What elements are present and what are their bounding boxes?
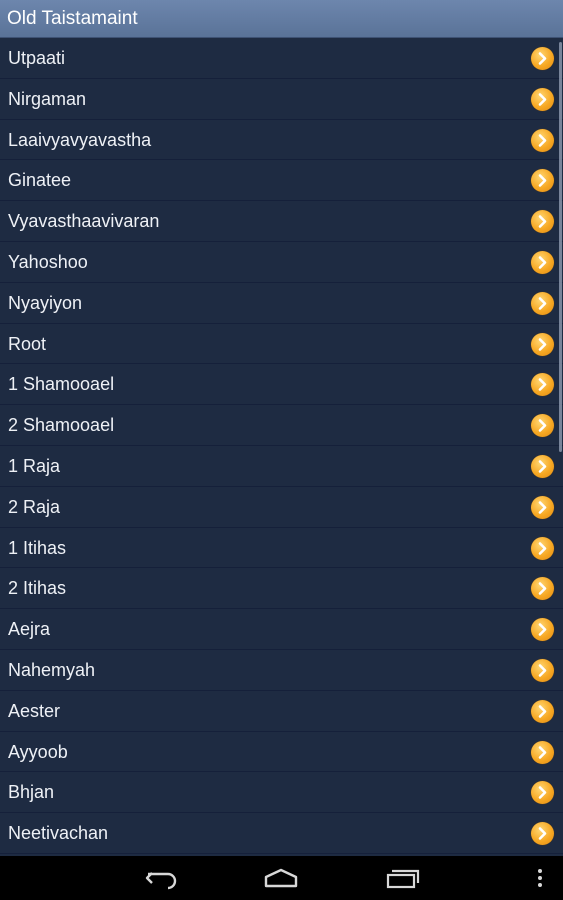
chevron-right-circle-icon[interactable] [531,128,554,152]
book-list-item[interactable]: Aester [0,691,563,732]
book-name: Laaivyavyavastha [8,129,152,150]
book-list-item[interactable]: Yahoshoo [0,242,563,283]
book-name: Bhjan [8,782,55,803]
book-list-item[interactable]: Vyavasthaavivaran [0,201,563,242]
chevron-right-circle-icon[interactable] [531,250,554,274]
book-name: Nirgaman [8,88,87,109]
book-name: Vyavasthaavivaran [8,211,160,232]
book-name: Nahemyah [8,659,96,680]
chevron-right-circle-icon[interactable] [531,699,554,723]
book-list-item[interactable]: 2 Shamooael [0,405,563,446]
book-name: Aester [8,700,61,721]
scrollbar[interactable] [559,42,562,452]
book-name: 1 Itihas [8,537,67,558]
chevron-right-circle-icon[interactable] [531,373,554,397]
chevron-right-circle-icon[interactable] [531,291,554,315]
book-name: Ayyoob [8,741,68,762]
book-name: 2 Raja [8,496,61,517]
chevron-right-circle-icon[interactable] [531,658,554,682]
book-list-item[interactable]: Ayyoob [0,732,563,773]
book-name: 2 Itihas [8,578,67,599]
book-list-item[interactable]: Laaivyavyavastha [0,120,563,161]
chevron-right-circle-icon[interactable] [531,47,554,70]
chevron-right-circle-icon[interactable] [531,618,554,642]
back-button[interactable] [130,856,194,900]
book-name: 2 Shamooael [8,415,115,436]
overflow-menu-button[interactable] [516,856,556,900]
book-list-item[interactable]: Nirgaman [0,79,563,120]
chevron-right-circle-icon[interactable] [531,414,554,438]
book-list-item[interactable]: Ginatee [0,160,563,202]
book-list-item[interactable]: Aejra [0,609,563,650]
chevron-right-circle-icon[interactable] [531,781,554,805]
chevron-right-circle-icon[interactable] [531,454,554,478]
book-list-item[interactable]: Root [0,324,563,365]
book-name: Nyayiyon [8,292,83,313]
chevron-right-circle-icon[interactable] [531,577,554,601]
chevron-right-circle-icon[interactable] [531,87,554,111]
chevron-right-circle-icon[interactable] [531,495,554,519]
book-list-item[interactable]: 1 Raja [0,446,563,487]
back-icon [145,872,177,890]
book-name: Neetivachan [8,823,109,844]
chevron-right-circle-icon[interactable] [531,169,554,193]
book-name: Ginatee [8,170,72,191]
book-name: Aejra [8,619,51,640]
book-list-item[interactable]: 2 Raja [0,487,563,528]
book-list-item[interactable]: Nahemyah [0,650,563,691]
book-name: 1 Shamooael [8,374,115,395]
book-list-item[interactable]: Bhjan [0,772,563,814]
overflow-menu-icon [538,869,542,887]
home-button[interactable] [249,856,313,900]
chevron-right-circle-icon[interactable] [531,536,554,560]
book-list-item[interactable]: Neetivachan [0,813,563,854]
recent-apps-button[interactable] [371,856,435,900]
book-name: Yahoshoo [8,251,88,272]
book-list-item[interactable]: Nyayiyon [0,283,563,324]
book-list-item[interactable]: 2 Itihas [0,568,563,610]
chevron-right-circle-icon[interactable] [531,332,554,356]
book-name: Root [8,333,47,354]
book-list-item[interactable]: Utpaati [0,38,563,79]
app-header: Old Taistamaint [0,0,563,38]
system-nav-bar [0,856,563,900]
chevron-right-circle-icon[interactable] [531,822,554,846]
book-list-item[interactable]: 1 Shamooael [0,364,563,406]
chevron-right-circle-icon[interactable] [531,210,554,234]
page-title: Old Taistamaint [7,8,138,29]
book-list[interactable]: Utpaati Nirgaman Laaivyavyavastha Ginatee Vy… [0,38,563,856]
book-list-item[interactable]: 1 Itihas [0,528,563,569]
book-name: Utpaati [8,48,66,68]
home-icon [264,868,298,888]
recent-apps-icon [386,869,420,889]
book-name: 1 Raja [8,455,61,476]
chevron-right-circle-icon[interactable] [531,740,554,764]
